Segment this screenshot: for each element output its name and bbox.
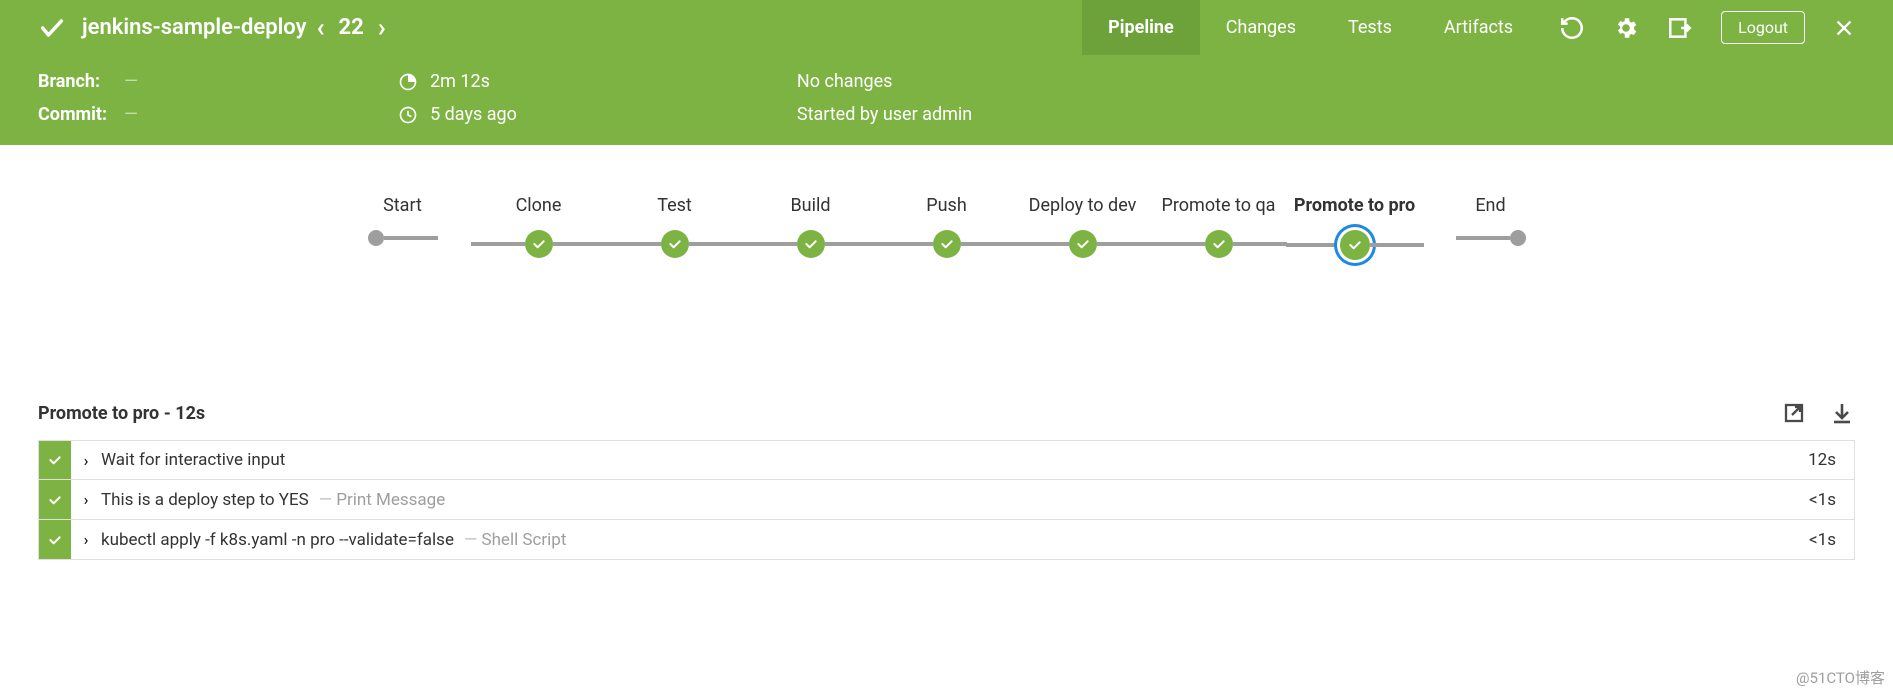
stage-clone[interactable]: Clone (471, 195, 607, 258)
tab-tests[interactable]: Tests (1322, 0, 1418, 55)
branch-value: — (124, 71, 138, 92)
stage-build[interactable]: Build (743, 195, 879, 258)
step-time: <1s (1809, 530, 1854, 550)
stage-label: Promote to pro (1294, 195, 1415, 216)
steps-title: Promote to pro - 12s (38, 400, 1855, 426)
meta-col-branch: Branch: — Commit: — (38, 71, 138, 125)
stage-label: Deploy to dev (1029, 195, 1137, 216)
stage-check-icon[interactable] (797, 230, 825, 258)
tabs: Pipeline Changes Tests Artifacts (1082, 0, 1539, 55)
header-meta: Branch: — Commit: — 2m 12s 5 days ago (0, 55, 1893, 145)
stage-check-icon[interactable] (525, 230, 553, 258)
header: jenkins-sample-deploy ‹ 22 › Pipeline Ch… (0, 0, 1893, 145)
stage-start[interactable]: Start (335, 195, 471, 246)
stage-label: Push (926, 195, 966, 216)
stage-check-icon[interactable] (1205, 230, 1233, 258)
watermark: @51CTO博客 (1796, 667, 1885, 688)
close-icon[interactable] (1833, 17, 1855, 39)
header-top: jenkins-sample-deploy ‹ 22 › Pipeline Ch… (0, 0, 1893, 55)
chevron-right-icon[interactable]: › (71, 490, 101, 509)
stage-label: End (1475, 195, 1505, 216)
step-row[interactable]: ›Wait for interactive input 12s (38, 440, 1855, 480)
stage-label: Build (790, 195, 830, 216)
commit-label: Commit: (38, 104, 108, 125)
next-run-button[interactable]: › (368, 13, 396, 43)
pipeline-graph: Start Clone Test Build Push Deploy to dev Prom… (0, 145, 1893, 400)
gear-icon[interactable] (1613, 15, 1639, 41)
stage-check-icon[interactable] (661, 230, 689, 258)
tab-changes[interactable]: Changes (1200, 0, 1322, 55)
stage-label: Start (383, 195, 422, 216)
step-status-check-icon (39, 520, 71, 559)
duration-value: 2m 12s (430, 71, 490, 92)
stage-label: Test (657, 195, 692, 216)
chevron-right-icon[interactable]: › (71, 451, 101, 470)
job-name: jenkins-sample-deploy (82, 15, 307, 40)
step-label: Wait for interactive input (101, 450, 285, 470)
step-label: This is a deploy step to YESPrint Messag… (101, 490, 445, 510)
stage-check-icon[interactable] (1069, 230, 1097, 258)
stage-dot-icon[interactable] (368, 230, 384, 246)
go-classic-icon[interactable] (1667, 15, 1693, 41)
header-actions: Logout (1559, 11, 1855, 44)
chevron-right-icon[interactable]: › (71, 530, 101, 549)
stage-promote-to-qa[interactable]: Promote to qa (1151, 195, 1287, 258)
open-new-icon[interactable] (1781, 400, 1807, 426)
stage-label: Clone (516, 195, 562, 216)
stage-test[interactable]: Test (607, 195, 743, 258)
header-title-group: jenkins-sample-deploy ‹ 22 › (38, 13, 396, 43)
clock-icon (398, 105, 418, 125)
stage-push[interactable]: Push (879, 195, 1015, 258)
status-check-icon (38, 14, 66, 42)
changes-text: No changes (797, 71, 893, 92)
step-sublabel: Shell Script (464, 530, 566, 550)
duration-icon (398, 72, 418, 92)
stage-label: Promote to qa (1162, 195, 1276, 216)
rerun-icon[interactable] (1559, 15, 1585, 41)
step-time: 12s (1808, 450, 1854, 470)
meta-col-time: 2m 12s 5 days ago (398, 71, 517, 125)
prev-run-button[interactable]: ‹ (307, 13, 335, 43)
steps-panel: Promote to pro - 12s ›Wait for interacti… (0, 400, 1893, 600)
steps-title-time: 12s (175, 403, 205, 424)
stage-check-icon[interactable] (1340, 230, 1370, 260)
logout-button[interactable]: Logout (1721, 11, 1805, 44)
started-by-text: Started by user admin (797, 104, 972, 125)
run-number: 22 (335, 15, 368, 40)
step-time: <1s (1809, 490, 1854, 510)
stage-promote-to-pro[interactable]: Promote to pro (1287, 195, 1423, 260)
stage-dot-icon[interactable] (1510, 230, 1526, 246)
step-label: kubectl apply -f k8s.yaml -n pro --valid… (101, 530, 566, 550)
step-row[interactable]: ›This is a deploy step to YESPrint Messa… (38, 480, 1855, 520)
download-icon[interactable] (1829, 400, 1855, 426)
steps-title-stage: Promote to pro (38, 403, 159, 424)
meta-col-cause: No changes Started by user admin (797, 71, 972, 125)
stage-end[interactable]: End (1423, 195, 1559, 246)
tab-pipeline[interactable]: Pipeline (1082, 0, 1200, 55)
branch-label: Branch: (38, 71, 108, 92)
stage-check-icon[interactable] (933, 230, 961, 258)
stage-deploy-to-dev[interactable]: Deploy to dev (1015, 195, 1151, 258)
step-sublabel: Print Message (319, 490, 446, 510)
age-value: 5 days ago (430, 104, 517, 125)
step-row[interactable]: ›kubectl apply -f k8s.yaml -n pro --vali… (38, 520, 1855, 560)
steps-title-sep: - (159, 403, 175, 424)
tab-artifacts[interactable]: Artifacts (1418, 0, 1539, 55)
step-status-check-icon (39, 480, 71, 519)
step-status-check-icon (39, 441, 71, 479)
commit-value: — (124, 104, 138, 125)
